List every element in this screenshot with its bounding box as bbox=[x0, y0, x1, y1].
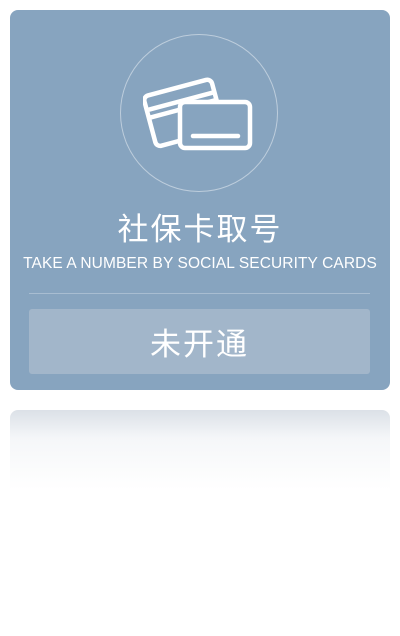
card-reflection bbox=[10, 410, 390, 490]
card-subtitle: TAKE A NUMBER BY SOCIAL SECURITY CARDS bbox=[23, 255, 377, 272]
not-activated-button[interactable]: 未开通 bbox=[29, 309, 370, 374]
screen: 社保卡取号 TAKE A NUMBER BY SOCIAL SECURITY C… bbox=[0, 0, 400, 636]
card-title: 社保卡取号 bbox=[117, 212, 283, 248]
credit-cards-icon bbox=[143, 77, 253, 151]
social-security-card-tile[interactable]: 社保卡取号 TAKE A NUMBER BY SOCIAL SECURITY C… bbox=[10, 10, 390, 390]
icon-circle bbox=[120, 34, 278, 192]
divider bbox=[29, 293, 370, 294]
